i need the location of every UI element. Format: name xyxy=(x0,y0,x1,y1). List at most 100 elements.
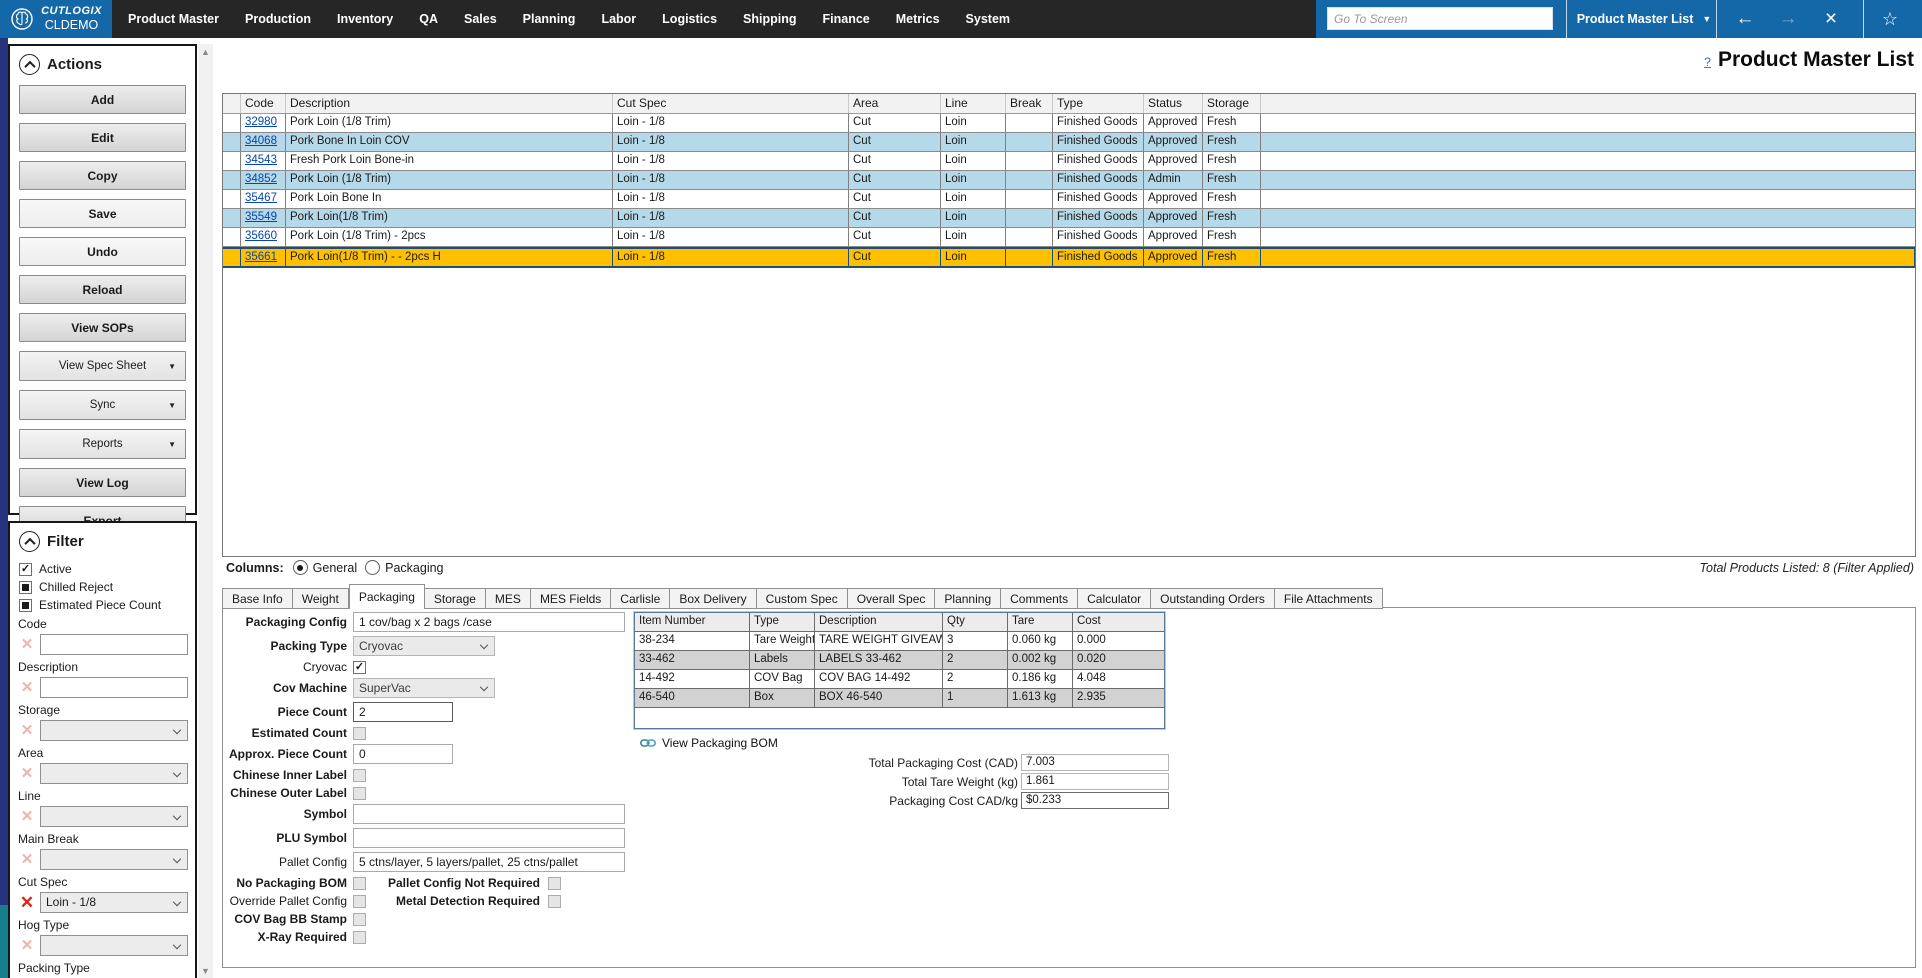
product-row-34068[interactable]: 34068Pork Bone In Loin COVLoin - 1/8CutL… xyxy=(223,133,1915,152)
filter-select-line[interactable] xyxy=(40,806,188,827)
grid-header-code[interactable]: Code xyxy=(241,94,286,113)
forward-button[interactable]: → xyxy=(1771,0,1805,38)
checkbox-metal-detection-required[interactable] xyxy=(548,895,561,908)
tab-packaging[interactable]: Packaging xyxy=(349,584,425,609)
bom-row-33-462[interactable]: 33-462LabelsLABELS 33-46220.002 kg0.020 xyxy=(635,651,1164,670)
product-row-35661[interactable]: 35661Pork Loin(1/8 Trim) - - 2pcs HLoin … xyxy=(223,247,1915,268)
product-row-32980[interactable]: 32980Pork Loin (1/8 Trim)Loin - 1/8CutLo… xyxy=(223,114,1915,133)
action-reports-button[interactable]: Reports▼ xyxy=(19,429,186,459)
tab-carlisle[interactable]: Carlisle xyxy=(611,588,670,609)
clear-filter-icon[interactable]: ✕ xyxy=(17,809,37,824)
filter-select-main-break[interactable] xyxy=(40,849,188,870)
tab-comments[interactable]: Comments xyxy=(1001,588,1078,609)
grid-header-break[interactable]: Break xyxy=(1006,94,1053,113)
action-edit-button[interactable]: Edit xyxy=(19,123,186,152)
filter-select-storage[interactable] xyxy=(40,720,188,741)
bom-header-item-number[interactable]: Item Number xyxy=(635,613,750,631)
goto-screen-input[interactable] xyxy=(1327,7,1553,30)
back-button[interactable]: ← xyxy=(1728,0,1762,38)
menu-item-system[interactable]: System xyxy=(966,12,1010,26)
row-selector-cell[interactable] xyxy=(223,114,241,132)
checkbox-cov-bag-bb-stamp[interactable] xyxy=(353,913,366,926)
close-screen-button[interactable]: × xyxy=(1814,0,1848,38)
product-code-link[interactable]: 35660 xyxy=(245,230,277,242)
product-code-link[interactable]: 35467 xyxy=(245,192,277,204)
product-code-link[interactable]: 34543 xyxy=(245,154,277,166)
menu-item-labor[interactable]: Labor xyxy=(601,12,636,26)
product-row-34543[interactable]: 34543Fresh Pork Loin Bone-inLoin - 1/8Cu… xyxy=(223,152,1915,171)
product-code-link[interactable]: 35661 xyxy=(245,251,277,263)
menu-item-shipping[interactable]: Shipping xyxy=(743,12,796,26)
menu-item-production[interactable]: Production xyxy=(245,12,311,26)
clear-filter-icon[interactable]: ✕ xyxy=(17,723,37,738)
grid-header-line[interactable]: Line xyxy=(941,94,1006,113)
view-packaging-bom-link[interactable]: View Packaging BOM xyxy=(640,736,778,750)
total-value-total-packaging-cost-cad[interactable]: 7.003 xyxy=(1021,754,1169,771)
help-link[interactable]: ? xyxy=(1704,55,1711,69)
favorite-star-button[interactable]: ☆ xyxy=(1873,0,1907,38)
columns-option-general[interactable]: General xyxy=(293,560,357,575)
tab-box-delivery[interactable]: Box Delivery xyxy=(670,588,756,609)
radio-general[interactable] xyxy=(293,560,308,575)
scroll-down-arrow[interactable]: ▼ xyxy=(198,963,213,978)
menu-item-metrics[interactable]: Metrics xyxy=(896,12,940,26)
product-code-link[interactable]: 35549 xyxy=(245,211,277,223)
total-value-total-tare-weight-kg[interactable]: 1.861 xyxy=(1021,773,1169,790)
clear-filter-icon[interactable]: ✕ xyxy=(17,894,37,911)
tab-weight[interactable]: Weight xyxy=(293,588,349,609)
bom-row-14-492[interactable]: 14-492COV BagCOV BAG 14-49220.186 kg4.04… xyxy=(635,670,1164,689)
checkbox-estimated-piece-count[interactable] xyxy=(19,599,32,612)
menu-item-logistics[interactable]: Logistics xyxy=(662,12,717,26)
grid-header-status[interactable]: Status xyxy=(1144,94,1203,113)
input-symbol[interactable] xyxy=(353,804,625,824)
action-undo-button[interactable]: Undo xyxy=(19,237,186,266)
menu-item-inventory[interactable]: Inventory xyxy=(337,12,393,26)
checkbox-cryovac[interactable] xyxy=(353,661,366,674)
filter-input-code[interactable] xyxy=(40,634,188,655)
grid-header-description[interactable]: Description xyxy=(286,94,613,113)
product-row-34852[interactable]: 34852Pork Loin (1/8 Trim)Loin - 1/8CutLo… xyxy=(223,171,1915,190)
bom-row-46-540[interactable]: 46-540BoxBOX 46-54011.613 kg2.935 xyxy=(635,689,1164,708)
menu-item-sales[interactable]: Sales xyxy=(464,12,497,26)
tab-outstanding-orders[interactable]: Outstanding Orders xyxy=(1151,588,1275,609)
checkbox-override-pallet-config[interactable] xyxy=(353,895,366,908)
grid-header-storage[interactable]: Storage xyxy=(1203,94,1261,113)
menu-item-planning[interactable]: Planning xyxy=(523,12,576,26)
action-sync-button[interactable]: Sync▼ xyxy=(19,390,186,420)
row-selector-cell[interactable] xyxy=(223,171,241,189)
checkbox-active[interactable] xyxy=(19,563,32,576)
checkbox-chinese-outer-label[interactable] xyxy=(353,787,366,800)
tab-calculator[interactable]: Calculator xyxy=(1078,588,1151,609)
checkbox-estimated-count[interactable] xyxy=(353,727,366,740)
action-view-spec-sheet-button[interactable]: View Spec Sheet▼ xyxy=(19,351,186,381)
row-selector-cell[interactable] xyxy=(223,228,241,246)
tab-mes[interactable]: MES xyxy=(486,588,531,609)
bom-header-description[interactable]: Description xyxy=(815,613,943,631)
grid-header-area[interactable]: Area xyxy=(849,94,941,113)
checkbox-pallet-config-not-required[interactable] xyxy=(548,877,561,890)
bom-row-38-234[interactable]: 38-234Tare WeightTARE WEIGHT GIVEAWAY30.… xyxy=(635,632,1164,651)
product-code-link[interactable]: 34852 xyxy=(245,173,277,185)
select-cov-machine[interactable]: SuperVac xyxy=(353,678,495,698)
total-value-packaging-cost-cad-kg[interactable]: $0.233 xyxy=(1021,792,1169,809)
bom-header-cost[interactable]: Cost xyxy=(1073,613,1158,631)
checkbox-no-packaging-bom[interactable] xyxy=(353,877,366,890)
row-selector-cell[interactable] xyxy=(223,249,241,266)
scroll-up-arrow[interactable]: ▲ xyxy=(198,44,213,59)
bom-header-type[interactable]: Type xyxy=(750,613,815,631)
grid-header-type[interactable]: Type xyxy=(1053,94,1144,113)
menu-item-qa[interactable]: QA xyxy=(419,12,438,26)
filter-input-description[interactable] xyxy=(40,677,188,698)
clear-filter-icon[interactable]: ✕ xyxy=(17,766,37,781)
tab-planning[interactable]: Planning xyxy=(935,588,1001,609)
product-row-35467[interactable]: 35467Pork Loin Bone InLoin - 1/8CutLoinF… xyxy=(223,190,1915,209)
bom-header-qty[interactable]: Qty xyxy=(943,613,1008,631)
filter-select-hog-type[interactable] xyxy=(40,935,188,956)
screen-selector-dropdown[interactable]: Product Master List ▼ xyxy=(1578,0,1710,38)
checkbox-chinese-inner-label[interactable] xyxy=(353,769,366,782)
filter-select-cut-spec[interactable]: Loin - 1/8 xyxy=(40,892,188,913)
menu-item-product-master[interactable]: Product Master xyxy=(128,12,219,26)
action-reload-button[interactable]: Reload xyxy=(19,275,186,304)
product-code-link[interactable]: 34068 xyxy=(245,135,277,147)
clear-filter-icon[interactable]: ✕ xyxy=(17,637,37,652)
